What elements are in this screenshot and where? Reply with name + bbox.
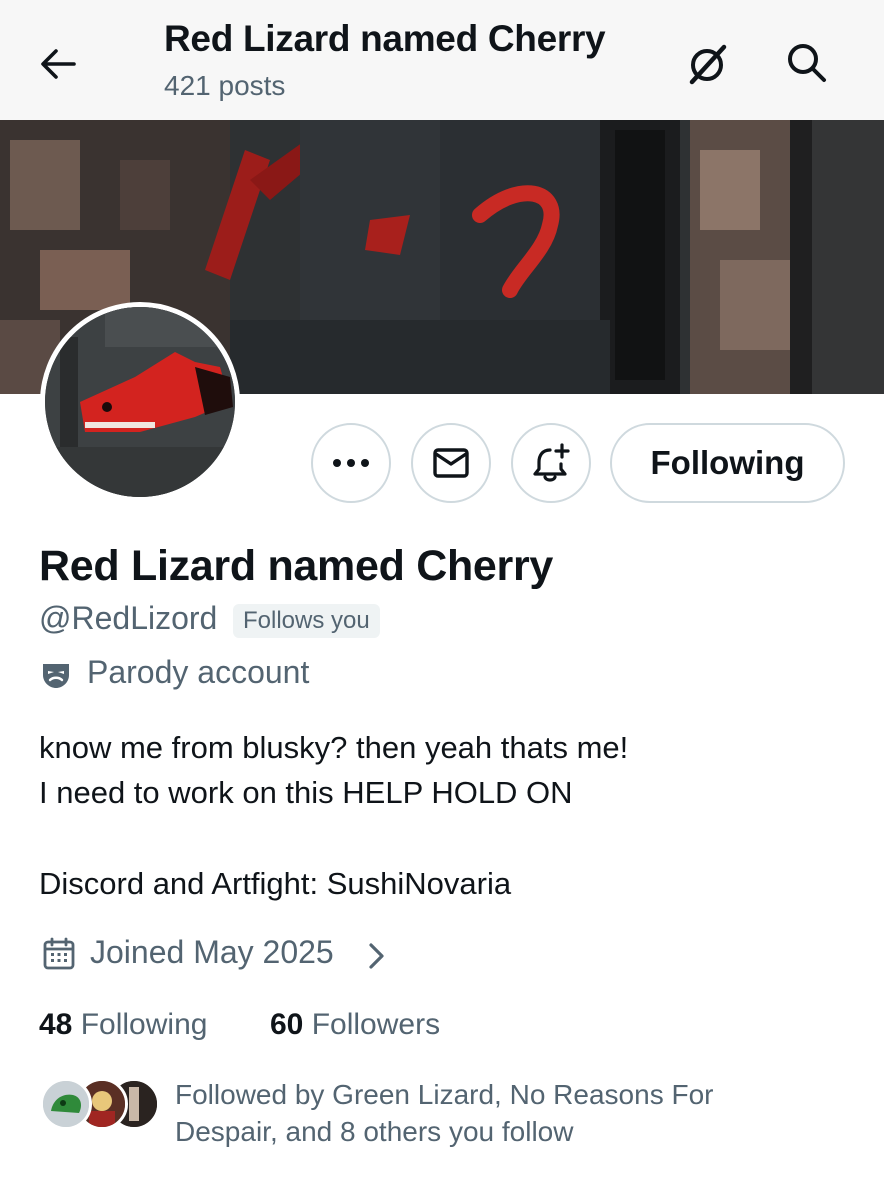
notifications-button[interactable] (511, 423, 591, 503)
more-button[interactable] (311, 423, 391, 503)
follows-you-badge: Follows you (233, 604, 380, 638)
search-button[interactable] (782, 38, 830, 86)
grok-icon (689, 44, 727, 85)
followers-count: 60 (270, 1008, 304, 1041)
bio-line: I need to work on this HELP HOLD ON (39, 775, 573, 810)
envelope-icon (433, 448, 469, 478)
followers-stat[interactable]: 60 Followers (270, 1008, 440, 1042)
bio-line: know me from blusky? then yeah thats me! (39, 730, 629, 765)
parody-mask-icon (43, 664, 69, 688)
search-icon (788, 44, 826, 82)
follower-avatar (40, 1078, 92, 1130)
following-count: 48 (39, 1008, 73, 1041)
followed-by-text[interactable]: Followed by Green Lizard, No Reasons For… (175, 1076, 815, 1150)
back-arrow-icon (41, 49, 76, 79)
grok-button[interactable] (684, 40, 732, 88)
display-name: Red Lizard named Cherry (39, 542, 554, 590)
bell-plus-icon (533, 443, 570, 482)
header-post-count: 421 posts (164, 70, 286, 101)
following-stat[interactable]: 48 Following (39, 1008, 207, 1042)
calendar-icon (43, 937, 75, 970)
message-button[interactable] (411, 423, 491, 503)
joined-date[interactable]: Joined May 2025 (90, 934, 334, 971)
avatar-image (45, 307, 235, 497)
bio-line: Discord and Artfight: SushiNovaria (39, 866, 512, 901)
chevron-right-icon[interactable] (366, 941, 388, 971)
header-title: Red Lizard named Cherry (164, 18, 606, 59)
back-button[interactable] (36, 42, 80, 86)
followed-by-avatars[interactable] (40, 1078, 160, 1130)
parody-account-label: Parody account (87, 654, 310, 690)
following-button[interactable]: Following (610, 423, 845, 503)
followers-label: Followers (311, 1008, 441, 1041)
more-icon (333, 459, 369, 467)
profile-avatar[interactable] (40, 302, 240, 502)
user-handle: @RedLizord (39, 600, 218, 636)
following-label: Following (80, 1008, 208, 1041)
profile-header-bar: Red Lizard named Cherry 421 posts (0, 0, 884, 120)
